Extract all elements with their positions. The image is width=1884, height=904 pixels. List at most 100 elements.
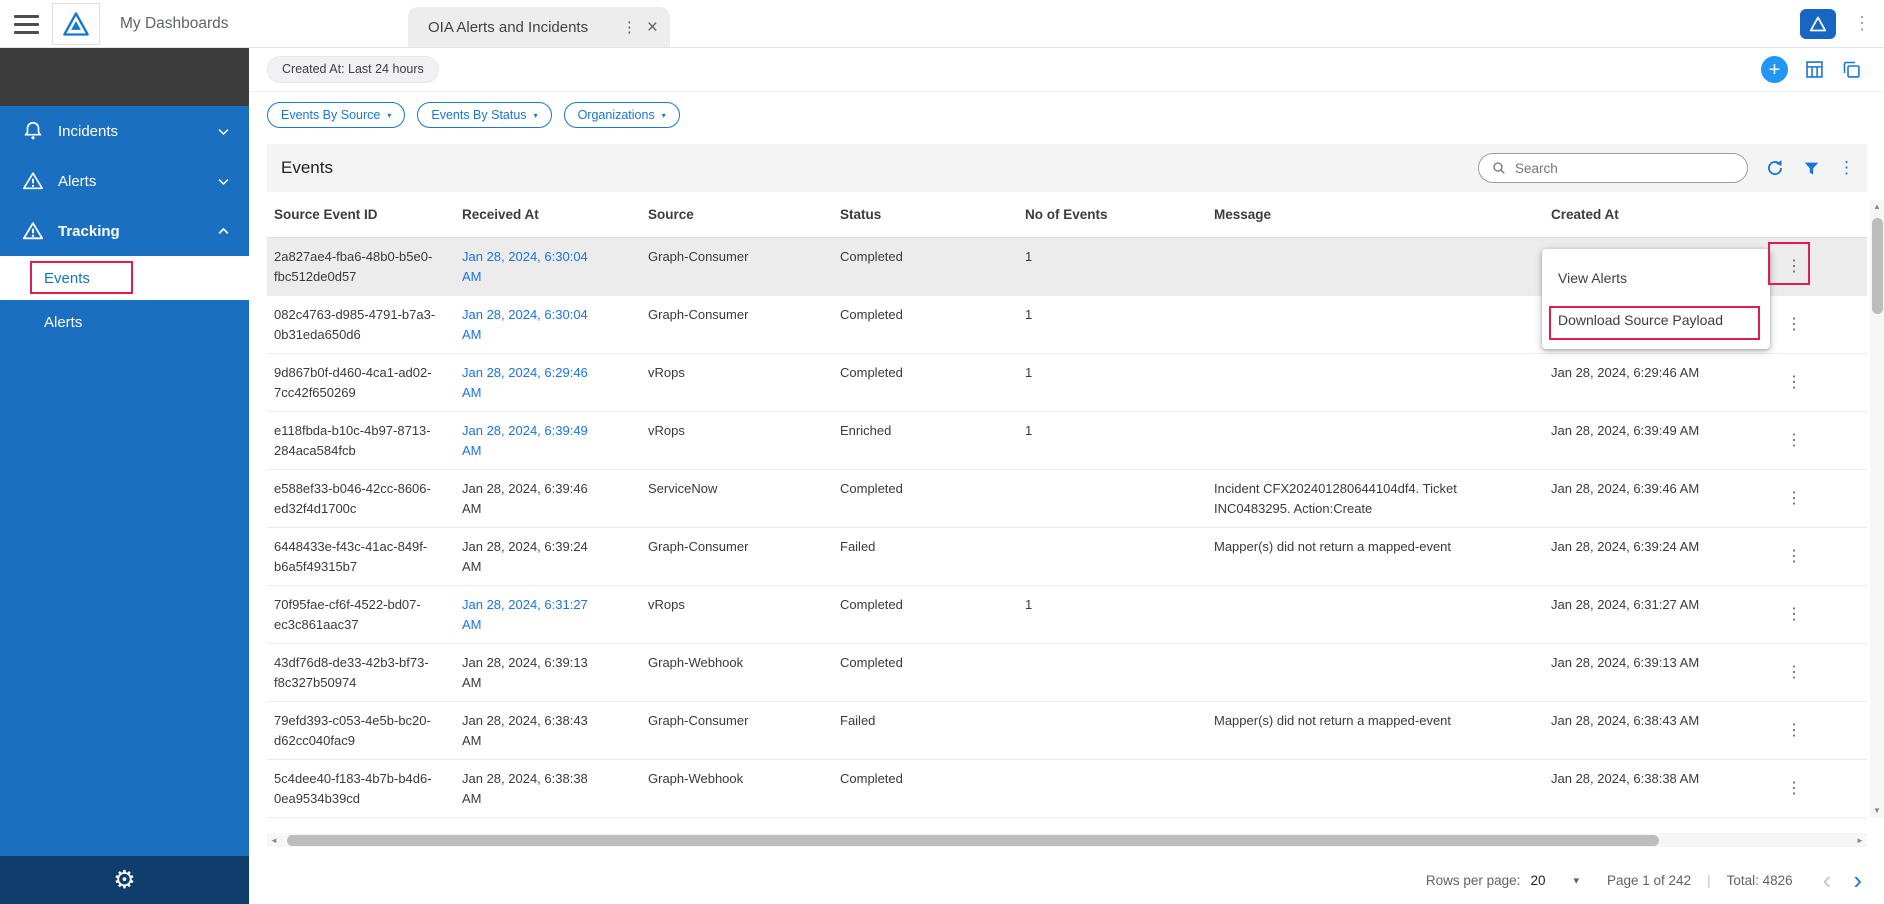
gear-icon[interactable]: ⚙ [113,868,135,893]
row-kebab-icon[interactable]: ⋮ [1778,773,1810,805]
refresh-icon[interactable] [1765,158,1785,178]
topbar-kebab-icon[interactable]: ⋮ [1853,13,1871,34]
filter-icon[interactable] [1802,159,1821,178]
search-box[interactable] [1478,153,1748,183]
horizontal-scroll-track[interactable] [281,833,1853,847]
vertical-scroll-track[interactable] [1870,214,1884,804]
rows-per-page-value[interactable]: 20 [1530,873,1545,888]
row-kebab-icon[interactable]: ⋮ [1778,657,1810,689]
row-kebab-icon[interactable]: ⋮ [1778,541,1810,573]
source-event-id-cell: 082c4763-d985-4791-b7a3-0b31eda650d6 [267,296,455,353]
source-event-id-cell: e118fbda-b10c-4b97-8713-284aca584fcb [267,412,455,469]
message-cell: Mapper(s) did not return a mapped-event [1207,702,1544,740]
add-button[interactable]: + [1761,56,1788,83]
rows-per-page-caret-icon[interactable]: ▾ [1573,874,1579,887]
vertical-scrollbar[interactable]: ▲ ▼ [1870,200,1884,818]
message-cell [1207,354,1544,372]
tab-label: OIA Alerts and Incidents [428,19,612,36]
sidebar: Incidents Alerts Tracking Events Alerts [0,48,249,904]
warning-icon [22,170,44,192]
sidebar-item-label: Alerts [58,173,96,190]
scroll-up-arrow-icon[interactable]: ▲ [1873,200,1881,214]
scroll-left-arrow-icon[interactable]: ◄ [267,836,281,845]
col-source: Source [641,207,833,222]
prev-page-icon[interactable]: ‹ [1823,867,1832,893]
row-kebab-icon[interactable]: ⋮ [1778,483,1810,515]
created-at-cell: Jan 28, 2024, 6:38:38 AM [1544,760,1764,798]
created-at-cell: Jan 28, 2024, 6:29:46 AM [1544,354,1764,392]
table-view-icon[interactable] [1804,59,1825,80]
main-content: Created At: Last 24 hours + Events By So… [249,48,1884,904]
scroll-right-arrow-icon[interactable]: ► [1853,836,1867,845]
copy-pages-icon[interactable] [1841,59,1862,80]
row-actions-cell: ⋮ [1764,354,1867,411]
tab-oia-alerts-and-incidents[interactable]: OIA Alerts and Incidents ⋮ × [408,7,670,47]
sidebar-item-alerts[interactable]: Alerts [0,156,249,206]
message-cell [1207,644,1544,662]
status-cell: Enriched [833,412,1018,450]
horizontal-scroll-thumb[interactable] [287,835,1659,846]
menu-item-view-alerts[interactable]: View Alerts [1542,257,1770,299]
filter-pill-events-by-status[interactable]: Events By Status ▾ [417,102,551,128]
vertical-scroll-thumb[interactable] [1872,218,1883,314]
message-cell [1207,760,1544,778]
chevron-down-icon[interactable] [216,174,231,189]
sidebar-item-tracking[interactable]: Tracking [0,206,249,256]
row-kebab-icon[interactable]: ⋮ [1778,599,1810,631]
source-event-id-cell: 5c4dee40-f183-4b7b-b4d6-0ea9534b39cd [267,760,455,817]
sidebar-footer: ⚙ [0,856,249,904]
no-of-events-cell [1018,470,1207,488]
col-source-event-id: Source Event ID [267,207,455,222]
row-actions-cell: ⋮ [1764,296,1867,353]
received-at-cell[interactable]: Jan 28, 2024, 6:31:27 AM [455,586,641,643]
row-actions-cell: ⋮ [1764,818,1867,830]
created-at-filter-chip[interactable]: Created At: Last 24 hours [267,56,439,83]
scroll-down-arrow-icon[interactable]: ▼ [1873,804,1881,818]
table-row: e588ef33-b046-42cc-8606-ed32f4d1700c Jan… [267,470,1867,528]
sidebar-item-incidents[interactable]: Incidents [0,106,249,156]
row-kebab-icon[interactable]: ⋮ [1778,715,1810,747]
pagination-bar: Rows per page: 20 ▾ Page 1 of 242 | Tota… [249,856,1884,904]
status-cell: Completed [833,470,1018,508]
status-cell: Completed [833,760,1018,798]
top-bar: My Dashboards OIA Alerts and Incidents ⋮… [0,0,1884,48]
my-dashboards-link[interactable]: My Dashboards [120,0,229,48]
filter-pill-organizations[interactable]: Organizations ▾ [564,102,680,128]
row-kebab-icon[interactable]: ⋮ [1778,367,1810,399]
no-of-events-cell [1018,760,1207,778]
table-row: 9d867b0f-d460-4ca1-ad02-7cc42f650269 Jan… [267,354,1867,412]
filter-chip-row: Created At: Last 24 hours + [249,48,1884,92]
created-at-cell: Jan 28, 2024, 6:38:43 AM [1544,702,1764,740]
filter-pill-events-by-source[interactable]: Events By Source ▾ [267,102,405,128]
sidebar-subitem-events[interactable]: Events [0,256,249,300]
next-page-icon[interactable]: › [1853,867,1862,893]
tab-close-icon[interactable]: × [647,18,658,37]
row-kebab-icon[interactable]: ⋮ [1778,425,1810,457]
source-cell: ServiceNow [641,470,833,508]
chevron-down-icon[interactable] [216,124,231,139]
row-actions-cell: ⋮ [1764,644,1867,701]
row-kebab-icon[interactable]: ⋮ [1778,309,1810,341]
message-cell [1207,586,1544,604]
sidebar-subitem-alerts[interactable]: Alerts [0,300,249,344]
created-at-cell: Jan 28, 2024, 6:31:27 AM [1544,586,1764,624]
no-of-events-cell: 1 [1018,354,1207,392]
status-cell: Completed [833,644,1018,682]
row-kebab-icon[interactable]: ⋮ [1778,251,1810,283]
app-logo[interactable] [52,3,100,45]
table-row: e118fbda-b10c-4b97-8713-284aca584fcb Jan… [267,412,1867,470]
source-cell: vRops [641,586,833,624]
chevron-up-icon[interactable] [216,224,231,239]
events-kebab-icon[interactable]: ⋮ [1838,158,1855,178]
received-at-cell[interactable]: Jan 28, 2024, 6:39:49 AM [455,412,641,469]
status-cell: Completed [833,586,1018,624]
hamburger-menu-icon[interactable] [14,15,39,34]
menu-item-download-source-payload[interactable]: Download Source Payload [1542,299,1770,341]
created-at-cell: Jan 28, 2024, 6:39:49 AM [1544,412,1764,450]
received-at-cell[interactable]: Jan 28, 2024, 6:30:04 AM [455,296,641,353]
received-at-cell[interactable]: Jan 28, 2024, 6:30:04 AM [455,238,641,295]
horizontal-scrollbar[interactable]: ◄ ► [267,833,1867,847]
received-at-cell[interactable]: Jan 28, 2024, 6:29:46 AM [455,354,641,411]
search-input[interactable] [1515,161,1735,176]
tab-kebab-icon[interactable]: ⋮ [622,18,637,36]
